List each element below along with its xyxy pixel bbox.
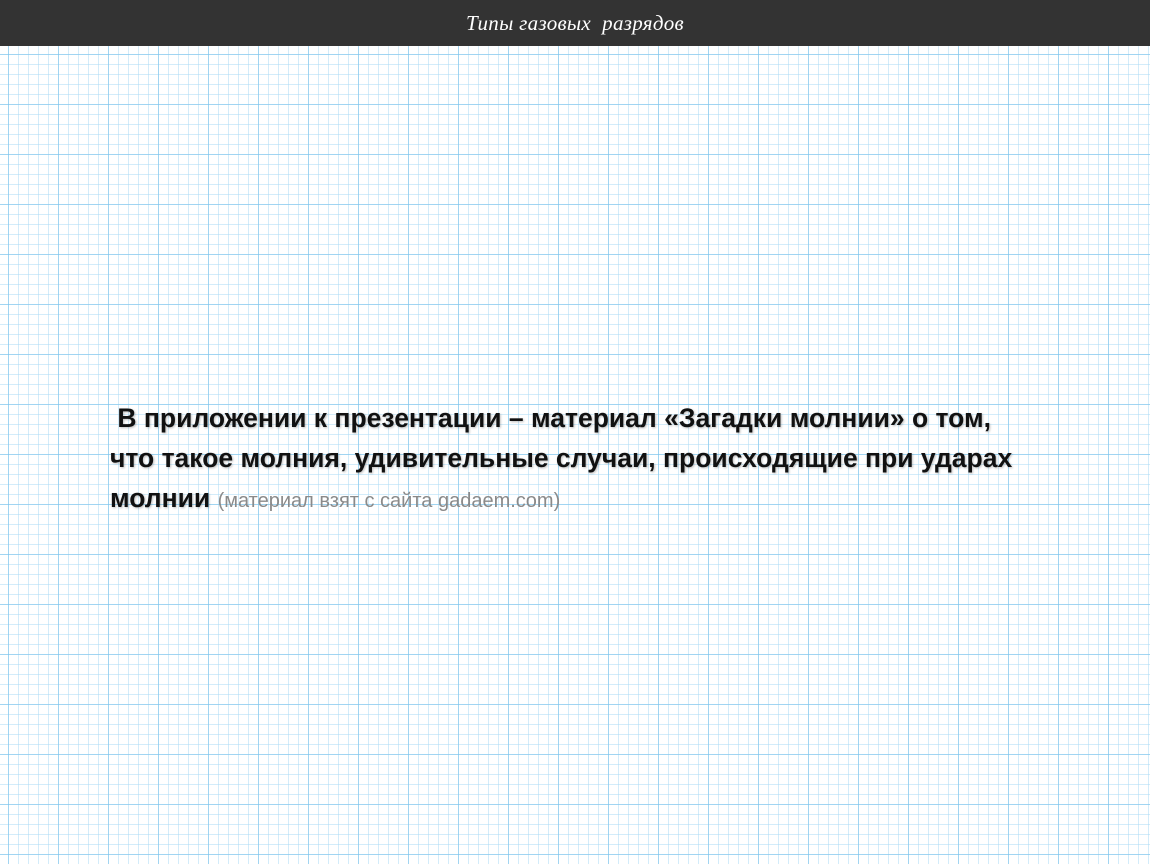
slide-title: Типы газовых разрядов [466,10,684,35]
slide-body-text: В приложении к презентации – материал «З… [110,398,1030,521]
source-note: (материал взят с сайта gadaem.com) [217,490,561,512]
slide-header: Типы газовых разрядов [0,0,1150,46]
